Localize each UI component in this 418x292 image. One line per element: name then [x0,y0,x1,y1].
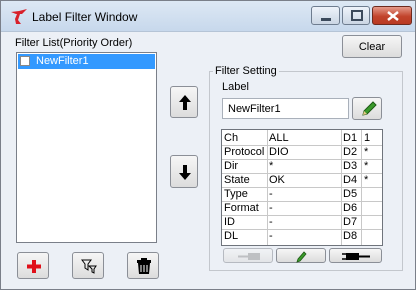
table-row-d-value[interactable]: 1 [364,132,370,145]
table-row-d-name: D5 [343,188,358,200]
table-row-name: DL [224,230,239,242]
maximize-icon [351,10,363,21]
grid-line [222,229,382,230]
filter-icon [81,259,97,274]
maximize-button[interactable] [342,6,370,25]
import-button[interactable] [223,248,273,263]
filter-list[interactable]: NewFilter1 [16,52,157,243]
add-filter-button[interactable] [17,252,49,279]
table-row-value[interactable]: ALL [269,132,289,145]
table-row-name: Ch [224,132,239,144]
list-item-label: NewFilter1 [36,55,89,67]
export-button[interactable] [329,248,382,263]
table-row-d-name: D3 [343,160,358,172]
table-row-value[interactable]: * [269,160,273,173]
table-row-name: Dir [224,160,239,172]
arrow-up-icon [179,95,191,110]
move-up-button[interactable] [170,86,198,118]
table-row-value[interactable]: - [269,230,273,243]
table-row-value[interactable]: - [269,202,273,215]
delete-filter-button[interactable] [127,252,159,279]
filter-list-label: Filter List(Priority Order) [15,37,133,49]
arrow-down-icon [179,165,191,180]
plus-icon [27,260,41,273]
grid-line [222,159,382,160]
table-row-d-name: D2 [343,146,358,158]
table-row-name: State [224,174,250,186]
plug-left-icon [238,253,260,260]
label-input-value: NewFilter1 [228,103,281,115]
minimize-icon [321,18,331,21]
label-input[interactable]: NewFilter1 [222,98,349,119]
table-row-d-name: D7 [343,216,358,228]
title-bar[interactable]: Label Filter Window [1,1,415,32]
list-item[interactable]: NewFilter1 [18,54,155,69]
plug-right-icon [342,253,370,260]
table-row-name: ID [224,216,235,228]
table-row-value[interactable]: OK [269,174,285,187]
filter-button[interactable] [72,252,104,279]
table-row-d-name: D8 [343,230,358,242]
table-row-d-value[interactable]: * [364,174,368,187]
table-row-value[interactable]: - [269,216,273,229]
table-row-value[interactable]: DIO [269,146,289,159]
filter-checkbox[interactable] [20,56,30,66]
window-title: Label Filter Window [32,10,138,24]
label-filter-window: Label Filter Window Filter List(Priority… [0,0,416,290]
table-row-d-value[interactable]: * [364,160,368,173]
filter-setting-legend: Filter Setting [213,65,279,77]
table-row-d-name: D1 [343,132,358,144]
table-row-d-value[interactable]: * [364,146,368,159]
edit-filter-button[interactable] [276,248,326,263]
pencil-icon [362,101,377,116]
table-row-name: Protocol [224,146,265,158]
table-row-name: Type [224,188,248,200]
trash-icon [137,258,151,274]
close-button[interactable] [372,6,412,25]
close-icon [387,11,399,21]
table-row-value[interactable]: - [269,188,273,201]
grid-line [222,215,382,216]
pencil-icon [296,251,307,263]
app-logo-icon [11,9,27,24]
label-caption: Label [222,81,249,93]
minimize-button[interactable] [311,6,340,25]
table-row-d-name: D6 [343,202,358,214]
table-row-d-name: D4 [343,174,358,186]
move-down-button[interactable] [170,155,198,188]
clear-button[interactable]: Clear [342,35,402,58]
filter-settings-table[interactable]: Ch ALL D1 1 Protocol DIO D2 * Dir * D3 *… [221,129,383,246]
table-row-name: Format [224,202,259,214]
clear-button-label: Clear [358,40,386,53]
edit-label-button[interactable] [352,97,382,120]
